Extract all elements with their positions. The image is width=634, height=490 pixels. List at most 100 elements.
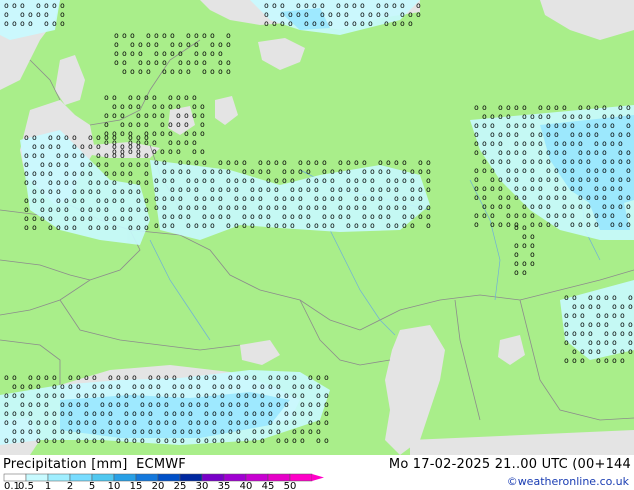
- precip-marker: o: [92, 418, 97, 427]
- precip-marker: o: [146, 67, 151, 76]
- precip-marker: o: [628, 320, 633, 329]
- precip-marker: o: [612, 311, 617, 320]
- precip-marker: o: [268, 382, 273, 391]
- precip-marker: o: [162, 176, 167, 185]
- precip-marker: o: [280, 1, 285, 10]
- precip-marker: o: [48, 205, 53, 214]
- precip-marker: o: [360, 1, 365, 10]
- precip-marker: o: [52, 409, 57, 418]
- precipitation-map[interactable]: o o o o o o o o o o o o o o o o o o o o o o o o o o o o o o o o o o o o o o o o…: [0, 0, 634, 455]
- precip-marker: o: [112, 133, 117, 142]
- precip-marker: o: [144, 196, 149, 205]
- precip-marker: o: [586, 103, 591, 112]
- precip-marker: o: [384, 10, 389, 19]
- precip-marker: o: [260, 436, 265, 445]
- precip-marker: o: [514, 250, 519, 259]
- precip-marker: o: [362, 212, 367, 221]
- precip-marker: o: [546, 193, 551, 202]
- precip-marker: o: [336, 1, 341, 10]
- precip-marker: o: [138, 67, 143, 76]
- precip-marker: o: [44, 400, 49, 409]
- precip-marker: o: [314, 158, 319, 167]
- precip-marker: o: [418, 212, 423, 221]
- precip-marker: o: [274, 158, 279, 167]
- precip-marker: o: [194, 40, 199, 49]
- precip-marker: o: [482, 121, 487, 130]
- precip-marker: o: [554, 121, 559, 130]
- precip-marker: o: [88, 160, 93, 169]
- precip-marker: o: [44, 436, 49, 445]
- precip-marker: o: [514, 211, 519, 220]
- precip-marker: o: [210, 67, 215, 76]
- precip-marker: o: [538, 103, 543, 112]
- precip-marker: o: [538, 112, 543, 121]
- precip-marker: o: [68, 373, 73, 382]
- scale-tick-label: 30: [196, 481, 209, 490]
- precip-marker: o: [506, 148, 511, 157]
- precip-marker: o: [24, 223, 29, 232]
- precip-marker: o: [628, 338, 633, 347]
- precip-marker: o: [186, 158, 191, 167]
- precip-marker: o: [498, 139, 503, 148]
- precip-marker: o: [12, 436, 17, 445]
- precip-marker: o: [162, 58, 167, 67]
- precip-marker: o: [360, 19, 365, 28]
- precip-marker: o: [210, 212, 215, 221]
- precip-marker: o: [612, 338, 617, 347]
- precip-marker: o: [76, 382, 81, 391]
- precip-marker: o: [104, 120, 109, 129]
- precip-marker: o: [120, 214, 125, 223]
- precip-marker: o: [178, 185, 183, 194]
- precip-marker: o: [572, 356, 577, 365]
- precip-marker: o: [202, 67, 207, 76]
- precip-marker: o: [226, 58, 231, 67]
- precip-marker: o: [120, 120, 125, 129]
- precip-marker: o: [44, 409, 49, 418]
- precip-marker: o: [530, 121, 535, 130]
- copyright-text[interactable]: ©weatheronline.co.uk: [507, 475, 629, 488]
- precip-marker: o: [128, 93, 133, 102]
- precip-marker: o: [268, 427, 273, 436]
- precip-marker: o: [242, 212, 247, 221]
- precip-marker: o: [594, 148, 599, 157]
- precip-marker: o: [316, 382, 321, 391]
- precip-marker: o: [410, 176, 415, 185]
- precip-marker: o: [204, 436, 209, 445]
- precip-marker: o: [378, 158, 383, 167]
- precip-marker: o: [498, 157, 503, 166]
- precip-marker: o: [530, 220, 535, 229]
- precip-marker: o: [36, 400, 41, 409]
- precip-marker: o: [192, 129, 197, 138]
- precip-marker: o: [522, 166, 527, 175]
- precip-marker: o: [276, 427, 281, 436]
- precip-marker: o: [20, 409, 25, 418]
- precip-marker: o: [530, 211, 535, 220]
- precip-marker: o: [112, 169, 117, 178]
- precip-marker: o: [282, 194, 287, 203]
- precip-marker: o: [72, 178, 77, 187]
- precip-marker: o: [564, 338, 569, 347]
- precip-marker: o: [170, 176, 175, 185]
- precip-marker: o: [194, 176, 199, 185]
- precip-marker: o: [108, 427, 113, 436]
- precip-marker: o: [290, 167, 295, 176]
- precip-marker: o: [76, 391, 81, 400]
- precip-marker: o: [538, 193, 543, 202]
- precip-marker: o: [482, 139, 487, 148]
- precip-marker: o: [202, 31, 207, 40]
- precip-marker: o: [618, 184, 623, 193]
- precip-marker: o: [154, 221, 159, 230]
- scale-tick-label: 1: [45, 481, 51, 490]
- precip-marker: o: [170, 40, 175, 49]
- precip-marker: o: [474, 130, 479, 139]
- precip-marker: o: [128, 133, 133, 142]
- precip-marker: o: [610, 112, 615, 121]
- precip-marker: o: [204, 409, 209, 418]
- precip-marker: o: [514, 148, 519, 157]
- precip-marker: o: [596, 311, 601, 320]
- precip-marker: o: [96, 160, 101, 169]
- precip-marker: o: [130, 40, 135, 49]
- precip-marker: o: [124, 409, 129, 418]
- precip-marker: o: [370, 167, 375, 176]
- precip-marker: o: [20, 436, 25, 445]
